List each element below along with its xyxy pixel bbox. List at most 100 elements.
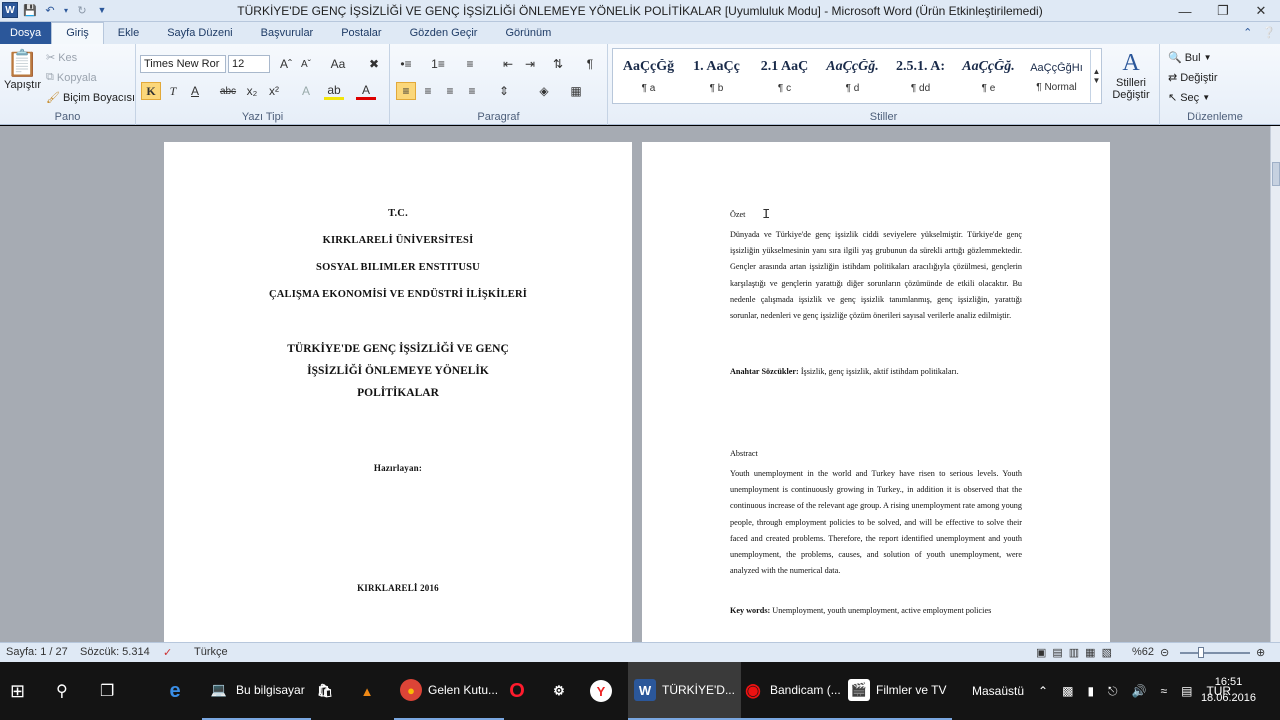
tab-review[interactable]: Gözden Geçir bbox=[396, 23, 492, 44]
font-name-combo[interactable]: Times New Ror bbox=[140, 55, 226, 73]
sort-icon[interactable]: ⇅ bbox=[548, 55, 568, 73]
clear-format-icon[interactable]: ✖ bbox=[364, 55, 384, 73]
chevron-up-icon[interactable]: ⌃ bbox=[1038, 684, 1048, 698]
subscript-icon[interactable]: x₂ bbox=[242, 82, 262, 100]
shrink-font-icon[interactable]: Aˇ bbox=[296, 55, 316, 73]
strikethrough-icon[interactable]: abc bbox=[218, 82, 238, 100]
show-marks-icon[interactable]: ¶ bbox=[580, 55, 600, 73]
highlight-icon[interactable]: ab bbox=[324, 82, 344, 100]
language-indicator[interactable]: Türkçe bbox=[194, 646, 228, 658]
style-b[interactable]: 1. AaÇç ¶ b bbox=[683, 51, 750, 101]
zoom-out-icon[interactable]: ⊝ bbox=[1160, 646, 1169, 659]
word-count[interactable]: Sözcük: 5.314 bbox=[80, 646, 150, 658]
search-button[interactable]: ⚲ bbox=[56, 662, 68, 720]
start-button[interactable]: ⊞ bbox=[10, 662, 32, 720]
cut-button[interactable]: ✂ Kes bbox=[46, 51, 77, 65]
numbering-icon[interactable]: 1≡ bbox=[428, 55, 448, 73]
style-e[interactable]: AaÇçĞğ. ¶ e bbox=[955, 51, 1022, 101]
store-button[interactable]: 🛍 bbox=[314, 662, 336, 720]
font-size-combo[interactable]: 12 bbox=[228, 55, 270, 73]
superscript-icon[interactable]: x² bbox=[264, 82, 284, 100]
change-styles-button[interactable]: A Stilleri Değiştir bbox=[1106, 50, 1156, 101]
help-icon[interactable]: ❔ bbox=[1262, 26, 1276, 39]
minimize-button[interactable]: — bbox=[1166, 0, 1204, 22]
notification-icon[interactable]: ▤ bbox=[1181, 684, 1192, 698]
underline-icon[interactable]: A bbox=[185, 82, 205, 100]
scrollbar-thumb[interactable] bbox=[1272, 162, 1280, 186]
desktop-toolbar[interactable]: Masaüstü bbox=[972, 684, 1024, 698]
format-painter-button[interactable]: 🖌 Biçim Boyacısı bbox=[46, 91, 135, 105]
opera-button[interactable]: O bbox=[506, 662, 528, 720]
maximize-button[interactable]: ❐ bbox=[1204, 0, 1242, 22]
taskbar: ⊞ ⚲ ❐ e 💻 Bu bilgisayar 🛍 ▲ ● Gelen Kutu… bbox=[0, 662, 1280, 720]
vlc-button[interactable]: ▲ bbox=[356, 662, 378, 720]
network-device-icon[interactable]: ▩ bbox=[1062, 684, 1073, 698]
line-spacing-icon[interactable]: ⇕ bbox=[494, 82, 514, 100]
page-2[interactable]: Özet Dünyada ve Türkiye'de genç işsizlik… bbox=[642, 142, 1110, 642]
taskbar-item-word[interactable]: W TÜRKİYE'D... bbox=[628, 662, 741, 720]
style-d[interactable]: AaÇçĞğ. ¶ d bbox=[819, 51, 886, 101]
opera-icon: O bbox=[509, 679, 525, 702]
battery-icon[interactable]: ▮ bbox=[1087, 684, 1094, 698]
tab-insert[interactable]: Ekle bbox=[104, 23, 153, 44]
taskbar-item-movies[interactable]: 🎬 Filmler ve TV bbox=[842, 662, 953, 720]
document-area[interactable]: T.C. KIRKLARELİ ÜNİVERSİTESİ SOSYAL BILI… bbox=[0, 126, 1270, 642]
text-effects-icon[interactable]: A bbox=[296, 82, 316, 100]
style-a[interactable]: AaÇçĞğ ¶ a bbox=[615, 51, 682, 101]
tab-file[interactable]: Dosya bbox=[0, 22, 52, 44]
taskbar-item-mail[interactable]: ● Gelen Kutu... bbox=[394, 662, 505, 720]
zoom-level[interactable]: %62 bbox=[1132, 646, 1154, 658]
app-button[interactable]: ⚙ bbox=[548, 662, 570, 720]
find-button[interactable]: 🔍 Bul ▼ bbox=[1168, 51, 1212, 65]
view-buttons-icon[interactable]: ▣▤▥▦▧ bbox=[1036, 646, 1118, 659]
tab-home[interactable]: Giriş bbox=[51, 22, 104, 44]
change-case-button[interactable]: Aa bbox=[326, 55, 350, 73]
paste-button[interactable]: 📋 Yapıştır bbox=[4, 48, 41, 91]
volume-icon[interactable]: 🔊 bbox=[1132, 684, 1147, 698]
yandex-button[interactable]: Y bbox=[590, 662, 612, 720]
decrease-indent-icon[interactable]: ⇤ bbox=[498, 55, 518, 73]
copy-button[interactable]: ⧉ Kopyala bbox=[46, 71, 97, 84]
multilevel-list-icon[interactable]: ≡ bbox=[460, 55, 480, 73]
close-button[interactable]: ✕ bbox=[1242, 0, 1280, 22]
shading-icon[interactable]: ◈ bbox=[534, 82, 554, 100]
page-count[interactable]: Sayfa: 1 / 27 bbox=[6, 646, 68, 658]
zoom-slider-knob[interactable] bbox=[1198, 647, 1204, 658]
taskbar-item-this-pc[interactable]: 💻 Bu bilgisayar bbox=[202, 662, 311, 720]
styles-scroll-more-icon[interactable]: ▲ ▼ bbox=[1090, 50, 1102, 102]
font-color-icon[interactable]: A bbox=[356, 82, 376, 100]
tab-page-layout[interactable]: Sayfa Düzeni bbox=[153, 23, 246, 44]
justify-icon[interactable]: ≡ bbox=[462, 82, 482, 100]
minimize-ribbon-icon[interactable]: ⌃ bbox=[1243, 26, 1252, 39]
zoom-slider[interactable] bbox=[1180, 652, 1250, 654]
style-dd[interactable]: 2.5.1. A: ¶ dd bbox=[887, 51, 954, 101]
proofing-icon[interactable]: ✓ bbox=[163, 646, 172, 659]
zoom-in-icon[interactable]: ⊕ bbox=[1256, 646, 1265, 659]
style-c[interactable]: 2.1 AaÇ ¶ c bbox=[751, 51, 818, 101]
replace-button[interactable]: ⇄ Değiştir bbox=[1168, 71, 1218, 85]
task-view-button[interactable]: ❐ bbox=[100, 662, 114, 720]
vertical-scrollbar[interactable] bbox=[1270, 126, 1280, 642]
taskbar-item-bandicam[interactable]: ◉ Bandicam (... bbox=[736, 662, 847, 720]
tab-mailings[interactable]: Postalar bbox=[327, 23, 395, 44]
usb-icon[interactable]: ⎋ bbox=[1108, 684, 1118, 699]
align-left-icon[interactable]: ≡ bbox=[396, 82, 416, 100]
italic-button[interactable]: T bbox=[163, 82, 183, 100]
grow-font-icon[interactable]: Aˆ bbox=[276, 55, 296, 73]
ozet-heading: Özet bbox=[730, 210, 746, 219]
align-center-icon[interactable]: ≡ bbox=[418, 82, 438, 100]
select-button[interactable]: ↖ Seç ▼ bbox=[1168, 91, 1210, 105]
tab-references[interactable]: Başvurular bbox=[247, 23, 328, 44]
style-normal[interactable]: AaÇçĞğHı ¶ Normal bbox=[1023, 51, 1090, 101]
wifi-icon[interactable]: ≈ bbox=[1161, 684, 1168, 698]
clock[interactable]: 16:51 18.06.2016 bbox=[1201, 674, 1256, 706]
align-right-icon[interactable]: ≡ bbox=[440, 82, 460, 100]
page-1[interactable]: T.C. KIRKLARELİ ÜNİVERSİTESİ SOSYAL BILI… bbox=[164, 142, 632, 642]
increase-indent-icon[interactable]: ⇥ bbox=[520, 55, 540, 73]
tab-view[interactable]: Görünüm bbox=[491, 23, 565, 44]
bold-button[interactable]: K bbox=[141, 82, 161, 100]
edge-button[interactable]: e bbox=[164, 662, 186, 720]
bullets-icon[interactable]: •≡ bbox=[396, 55, 416, 73]
borders-icon[interactable]: ▦ bbox=[566, 82, 586, 100]
page1-department: ÇALIŞMA EKONOMİSİ VE ENDÜSTRİ İLİŞKİLERİ bbox=[268, 289, 528, 300]
